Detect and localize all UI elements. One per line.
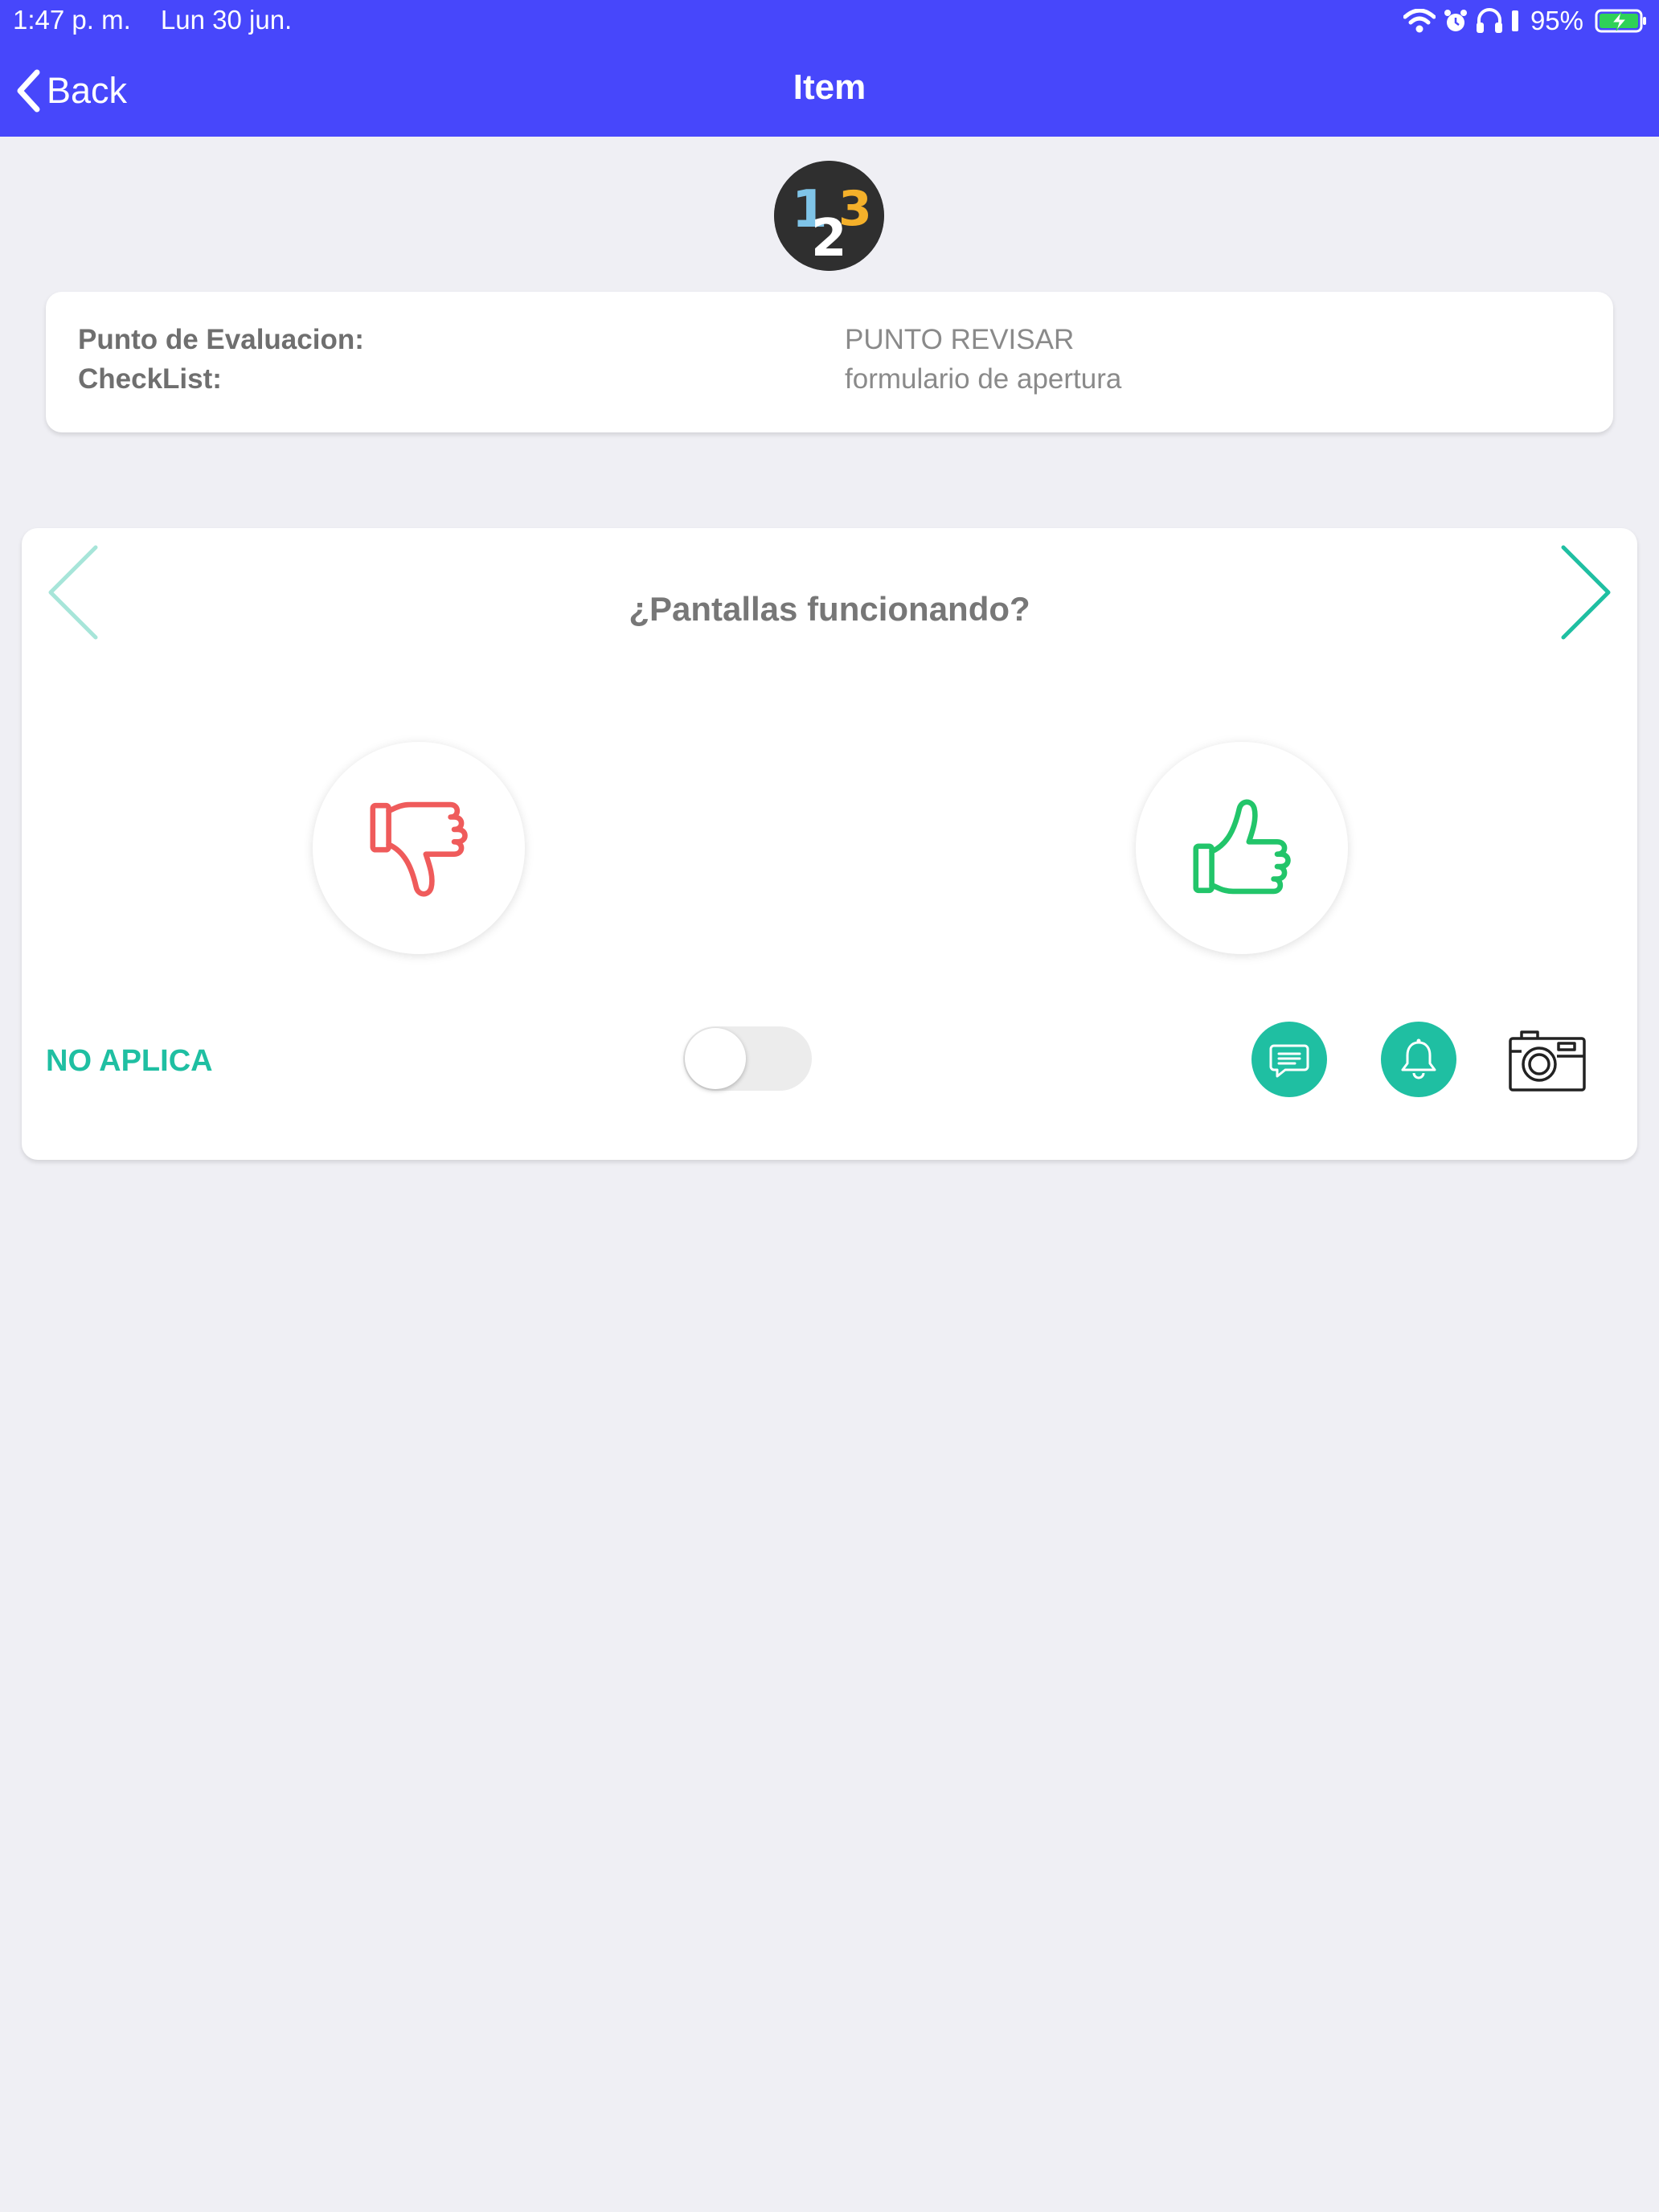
headphones-icon	[1476, 8, 1502, 33]
battery-charging-icon	[1595, 9, 1646, 33]
top-bar: 1:47 p. m. Lun 30 jun. 95% Back Item	[0, 0, 1659, 137]
evaluation-point-value: PUNTO REVISAR	[845, 324, 1075, 355]
question-card: ¿Pantallas funcionando? NO APLICA	[22, 528, 1637, 1160]
comment-icon	[1269, 1044, 1309, 1078]
alarm-icon	[1444, 10, 1467, 31]
toggle-knob	[685, 1028, 746, 1089]
status-time: 1:47 p. m.	[13, 5, 131, 35]
logo-123-icon: 1 2 3	[774, 161, 884, 271]
evaluation-point-label: Punto de Evaluacion:	[78, 324, 364, 355]
checklist-value: formulario de apertura	[845, 363, 1122, 395]
alert-button[interactable]	[1381, 1022, 1456, 1097]
svg-text:3: 3	[838, 181, 872, 237]
status-bar-right: 95%	[1403, 3, 1648, 39]
checklist-label: CheckList:	[78, 363, 222, 395]
info-card: Punto de Evaluacion: PUNTO REVISAR Check…	[46, 292, 1613, 432]
thumbs-down-button[interactable]	[313, 742, 525, 954]
battery-level-icon	[1511, 10, 1518, 31]
thumbs-up-icon	[1193, 799, 1291, 895]
comment-button[interactable]	[1251, 1022, 1327, 1097]
question-text: ¿Pantallas funcionando?	[629, 590, 1030, 628]
wifi-icon	[1403, 9, 1436, 33]
camera-icon	[1509, 1030, 1586, 1092]
status-date: Lun 30 jun.	[160, 5, 293, 35]
not-applicable-label: NO APLICA	[46, 1044, 213, 1078]
thumbs-down-icon	[370, 801, 468, 897]
app-logo: 1 2 3	[774, 161, 884, 271]
status-bar-left: 1:47 p. m. Lun 30 jun.	[13, 5, 292, 35]
battery-percent: 95%	[1530, 6, 1583, 35]
not-applicable-toggle[interactable]	[683, 1026, 812, 1091]
page-title: Item	[793, 68, 866, 107]
bell-icon	[1401, 1038, 1436, 1079]
thumbs-up-button[interactable]	[1136, 742, 1348, 954]
camera-button[interactable]	[1507, 1022, 1587, 1095]
